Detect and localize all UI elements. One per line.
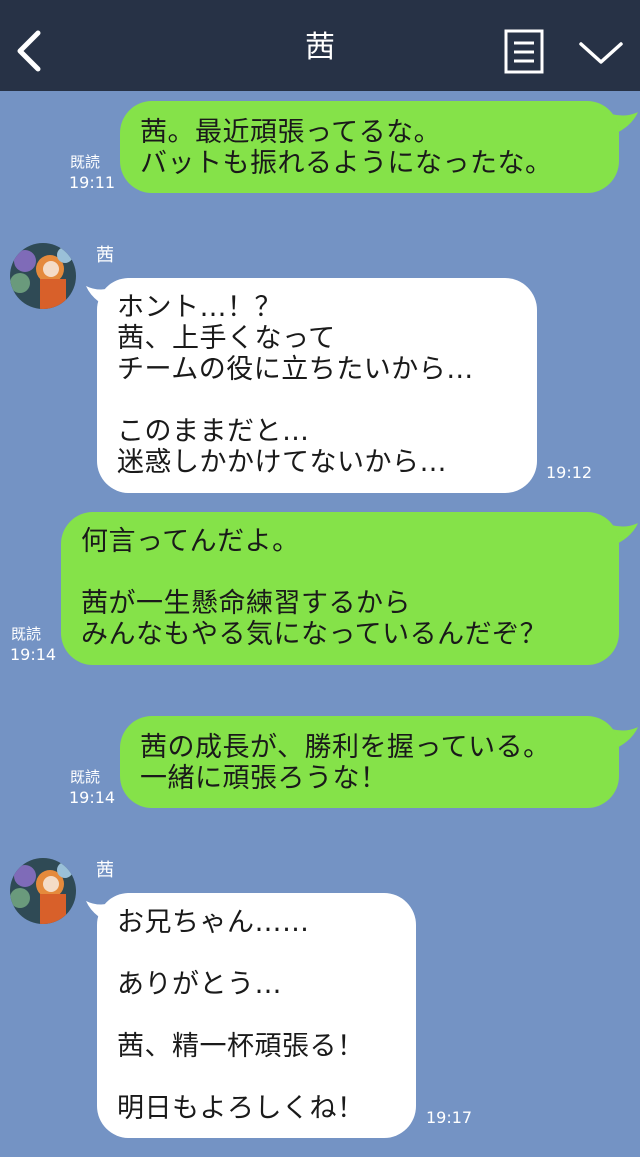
message-time: 19:12: [546, 463, 593, 482]
notes-icon[interactable]: [504, 29, 544, 74]
sender-name: 茜: [96, 245, 114, 266]
chat-title: 茜: [305, 30, 335, 65]
read-receipt: 既読: [70, 768, 101, 786]
avatar[interactable]: [10, 243, 76, 309]
message-time: 19:11: [69, 173, 116, 192]
chat-header: 茜: [0, 0, 640, 91]
message-time: 19:14: [10, 645, 57, 664]
message-bubble[interactable]: 茜。最近頑張ってるな。 バットも振れるようになったな。: [120, 101, 619, 193]
sender-name: 茜: [96, 860, 114, 881]
chevron-down-icon[interactable]: [578, 38, 624, 68]
read-receipt: 既読: [70, 153, 101, 171]
message-bubble[interactable]: お兄ちゃん…… ありがとう… 茜、精一杯頑張る！ 明日もよろしくね！: [97, 893, 416, 1138]
read-receipt: 既読: [11, 625, 42, 643]
message-time: 19:14: [69, 788, 116, 807]
message-bubble[interactable]: ホント…！？ 茜、上手くなって チームの役に立ちたいから… このままだと… 迷惑…: [97, 278, 537, 493]
avatar[interactable]: [10, 858, 76, 924]
message-time: 19:17: [426, 1108, 473, 1127]
message-bubble[interactable]: 何言ってんだよ。 茜が一生懸命練習するから みんなもやる気になっているんだぞ？: [61, 512, 619, 665]
message-bubble[interactable]: 茜の成長が、勝利を握っている。 一緒に頑張ろうな！: [120, 716, 619, 808]
